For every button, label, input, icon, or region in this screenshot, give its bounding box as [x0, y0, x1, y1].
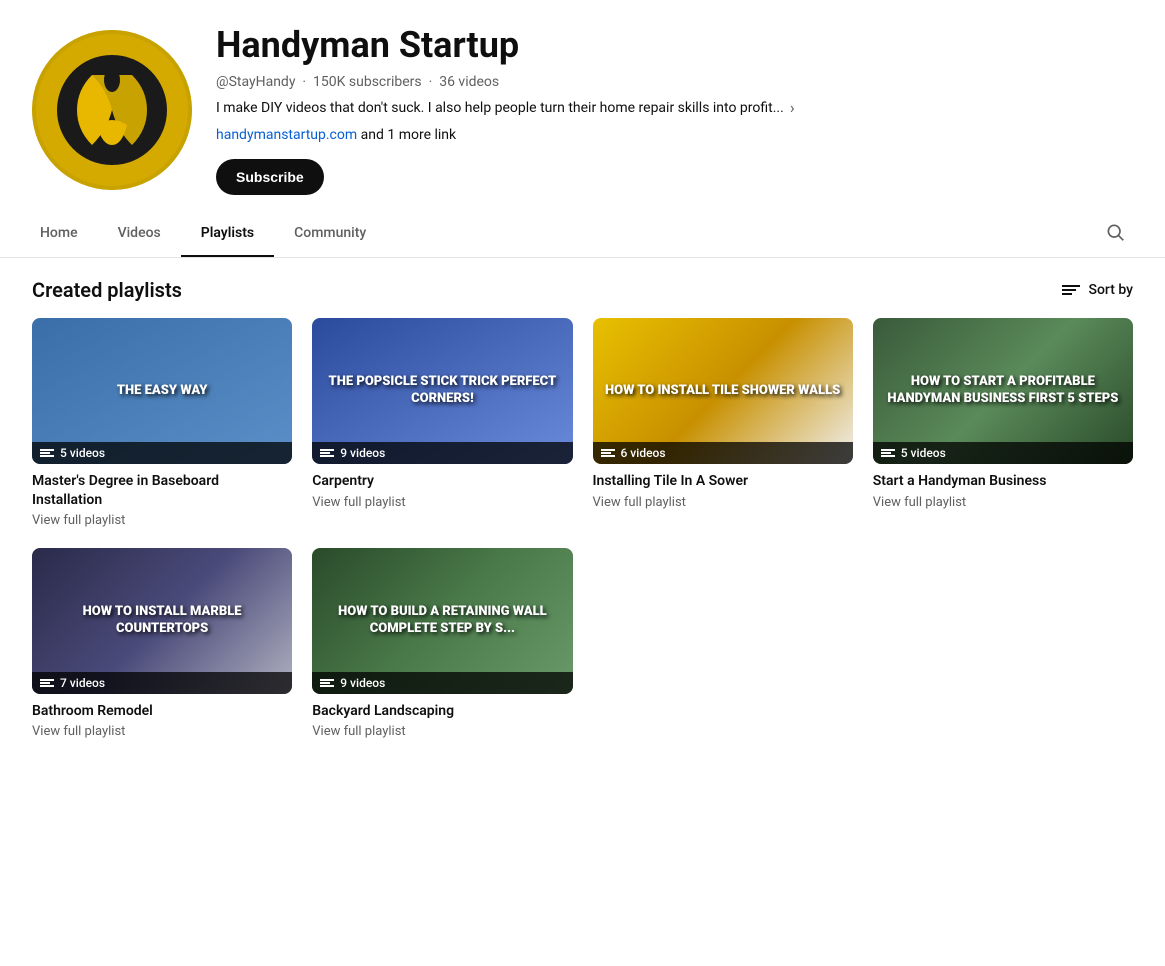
playlists-row-2: HOW TO INSTALL MARBLE COUNTERTOPS 7 vide…	[32, 548, 1133, 740]
playlist-card-backyard[interactable]: How to Build a RETAINING WALL Complete S…	[312, 548, 572, 740]
video-count-badge-baseboard: 5 videos	[32, 442, 292, 464]
section-header: Created playlists Sort by	[32, 278, 1133, 302]
sort-icon	[1062, 285, 1080, 295]
playlist-icon	[320, 679, 334, 687]
playlist-thumbnail-carpentry: THE POPSICLE STICK TRICK Perfect corners…	[312, 318, 572, 464]
tab-playlists[interactable]: Playlists	[181, 211, 274, 257]
view-playlist-link-baseboard[interactable]: View full playlist	[32, 513, 292, 528]
channel-avatar[interactable]	[32, 30, 192, 190]
video-count-badge-handyman: 5 videos	[873, 442, 1133, 464]
playlist-thumbnail-baseboard: THE EASY WAY 5 videos	[32, 318, 292, 464]
channel-website-link[interactable]: handymanstartup.com	[216, 127, 357, 143]
video-count: 36 videos	[439, 74, 499, 90]
tab-videos[interactable]: Videos	[98, 211, 181, 257]
playlists-row-1: THE EASY WAY 5 videos Master's Degree in…	[32, 318, 1133, 528]
playlist-thumbnail-backyard: How to Build a RETAINING WALL Complete S…	[312, 548, 572, 694]
search-icon[interactable]	[1097, 214, 1133, 255]
tab-home[interactable]: Home	[32, 211, 98, 257]
playlist-title-baseboard: Master's Degree in Baseboard Installatio…	[32, 472, 292, 508]
playlist-card-baseboard[interactable]: THE EASY WAY 5 videos Master's Degree in…	[32, 318, 292, 528]
channel-meta: @StayHandy · 150K subscribers · 36 video…	[216, 74, 1133, 90]
video-count-badge-carpentry: 9 videos	[312, 442, 572, 464]
main-content: Created playlists Sort by THE EASY WAY 5…	[0, 258, 1165, 759]
playlist-title-carpentry: Carpentry	[312, 472, 572, 490]
tab-community[interactable]: Community	[274, 211, 386, 257]
channel-name: Handyman Startup	[216, 24, 1133, 66]
channel-handle: @StayHandy	[216, 74, 295, 90]
view-playlist-link-handyman[interactable]: View full playlist	[873, 495, 1133, 510]
video-count-badge-backyard: 9 videos	[312, 672, 572, 694]
playlist-card-tile[interactable]: HOW TO INSTALL TILE Shower Walls 6 video…	[593, 318, 853, 528]
playlist-thumbnail-bathroom: HOW TO INSTALL MARBLE COUNTERTOPS 7 vide…	[32, 548, 292, 694]
playlist-icon	[601, 449, 615, 457]
playlist-title-tile: Installing Tile In A Sower	[593, 472, 853, 490]
playlist-icon	[40, 449, 54, 457]
playlist-icon	[320, 449, 334, 457]
playlist-icon	[881, 449, 895, 457]
subscriber-count: 150K subscribers	[313, 74, 422, 90]
view-playlist-link-carpentry[interactable]: View full playlist	[312, 495, 572, 510]
playlist-title-bathroom: Bathroom Remodel	[32, 702, 292, 720]
video-count-badge-bathroom: 7 videos	[32, 672, 292, 694]
channel-links: handymanstartup.com and 1 more link	[216, 127, 1133, 143]
description-text: I make DIY videos that don't suck. I als…	[216, 100, 784, 116]
playlist-card-carpentry[interactable]: THE POPSICLE STICK TRICK Perfect corners…	[312, 318, 572, 528]
channel-info: Handyman Startup @StayHandy · 150K subsc…	[216, 24, 1133, 195]
channel-nav: Home Videos Playlists Community	[0, 211, 1165, 258]
section-title: Created playlists	[32, 278, 182, 302]
sort-label: Sort by	[1088, 282, 1133, 298]
video-count-badge-tile: 6 videos	[593, 442, 853, 464]
description-expand-icon[interactable]: ›	[790, 98, 795, 117]
playlist-thumbnail-tile: HOW TO INSTALL TILE Shower Walls 6 video…	[593, 318, 853, 464]
playlist-thumbnail-handyman: How to Start a Profitable Handyman Busin…	[873, 318, 1133, 464]
sort-button[interactable]: Sort by	[1062, 282, 1133, 298]
playlist-card-bathroom[interactable]: HOW TO INSTALL MARBLE COUNTERTOPS 7 vide…	[32, 548, 292, 740]
channel-header: Handyman Startup @StayHandy · 150K subsc…	[0, 0, 1165, 211]
view-playlist-link-bathroom[interactable]: View full playlist	[32, 724, 292, 739]
subscribe-button[interactable]: Subscribe	[216, 159, 324, 195]
playlist-card-handyman[interactable]: How to Start a Profitable Handyman Busin…	[873, 318, 1133, 528]
channel-description[interactable]: I make DIY videos that don't suck. I als…	[216, 98, 1133, 117]
channel-more-links: and 1 more link	[361, 127, 456, 143]
playlist-title-handyman: Start a Handyman Business	[873, 472, 1133, 490]
playlist-icon	[40, 679, 54, 687]
playlist-title-backyard: Backyard Landscaping	[312, 702, 572, 720]
view-playlist-link-backyard[interactable]: View full playlist	[312, 724, 572, 739]
view-playlist-link-tile[interactable]: View full playlist	[593, 495, 853, 510]
